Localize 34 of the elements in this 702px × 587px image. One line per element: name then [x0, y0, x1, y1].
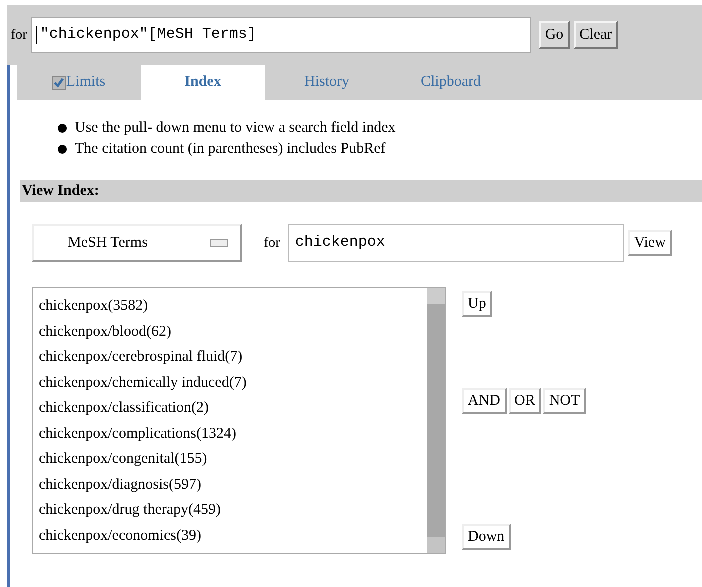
checkmark-icon [53, 76, 66, 88]
note-text: Use the pull- down menu to view a search field index [75, 119, 396, 138]
search-label: for [11, 26, 28, 44]
list-item[interactable]: chickenpox/chemically induced(7) [39, 370, 427, 396]
scrollbar[interactable] [427, 288, 445, 553]
list-item[interactable]: chickenpox(3582) [39, 294, 427, 320]
view-button[interactable]: View [628, 230, 672, 256]
list-item[interactable]: chickenpox/cerebrospinal fluid(7) [39, 345, 427, 370]
list-item[interactable]: chickenpox/congenital(155) [39, 447, 427, 472]
operator-button[interactable]: AND [462, 388, 506, 414]
bullet-icon [58, 145, 67, 154]
operator-button[interactable]: NOT [543, 388, 586, 414]
bullet-icon [58, 124, 67, 133]
checkbox[interactable] [52, 76, 66, 90]
clear-button[interactable]: Clear [574, 21, 618, 49]
down-button[interactable]: Down [462, 524, 511, 550]
dropdown-indicator-icon [210, 239, 228, 247]
list-item[interactable]: chickenpox/classification(2) [39, 396, 427, 422]
field-dropdown[interactable]: MeSH Terms [32, 224, 242, 262]
list-item[interactable]: chickenpox/economics(39) [39, 524, 427, 549]
list-item[interactable]: chickenpox/complications(1324) [39, 422, 427, 447]
operator-button[interactable]: OR [508, 388, 542, 414]
search-field[interactable]: "chickenpox"[MeSH Terms] [31, 17, 532, 53]
list-item[interactable]: chickenpox/drug therapy(459) [39, 498, 427, 524]
list-item[interactable]: chickenpox/blood(62) [39, 320, 427, 345]
up-button[interactable]: Up [462, 291, 492, 317]
note-text: The citation count (in parentheses) includes PubRef [75, 140, 386, 159]
tab[interactable]: Index [141, 65, 265, 100]
go-button[interactable]: Go [539, 21, 570, 49]
index-list[interactable] [32, 287, 446, 554]
index-search-field[interactable]: chickenpox [288, 224, 624, 262]
list-item[interactable]: chickenpox/diagnosis(597) [39, 472, 427, 498]
section-header: View Index: [20, 180, 702, 202]
for-label: for [264, 234, 280, 252]
